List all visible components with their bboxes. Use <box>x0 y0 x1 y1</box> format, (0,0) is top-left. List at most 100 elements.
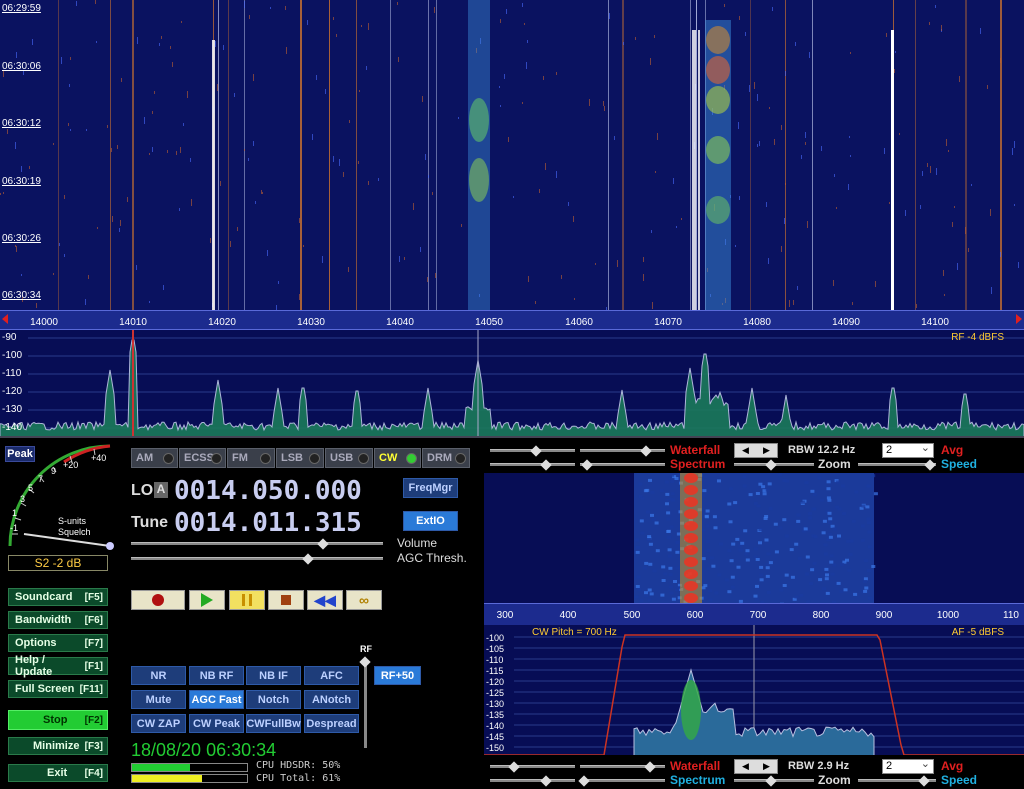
freqmgr-button[interactable]: FreqMgr <box>403 478 458 498</box>
rf-gain-knob[interactable] <box>359 656 371 668</box>
agc-threshold-label: AGC Thresh. <box>397 551 467 565</box>
mode-usb-button[interactable]: USB <box>325 448 373 468</box>
frequency-axis[interactable]: 14000 14010 14020 14030 14040 14050 1406… <box>0 310 1024 330</box>
exit-button[interactable]: Exit [F4] <box>8 764 108 782</box>
agc-threshold-slider[interactable] <box>131 553 383 565</box>
rf-plus50-button[interactable]: RF+50 <box>374 666 421 685</box>
rewind-button[interactable]: ◀◀ <box>307 590 343 610</box>
play-icon <box>201 593 213 607</box>
bottom-waterfall-slider-1[interactable] <box>490 761 575 773</box>
bandwidth-button[interactable]: Bandwidth [F6] <box>8 611 108 629</box>
afc-button[interactable]: AFC <box>304 666 359 685</box>
soundcard-button[interactable]: Soundcard [F5] <box>8 588 108 606</box>
af-db-label: -120 <box>486 677 505 687</box>
bottom-zoom-slider[interactable] <box>734 775 814 787</box>
af-db-label: -135 <box>486 710 505 720</box>
anotch-button[interactable]: ANotch <box>304 690 359 709</box>
mode-am-button[interactable]: AM <box>131 448 178 468</box>
af-tick: 110 <box>1003 610 1019 621</box>
scroll-right-icon[interactable] <box>1016 314 1022 324</box>
scroll-left-icon[interactable] <box>2 314 8 324</box>
waterfall-slider-2[interactable] <box>580 445 665 457</box>
full-screen-button[interactable]: Full Screen [F11] <box>8 680 108 698</box>
bottom-waterfall-spinner[interactable]: ◀ ▶ <box>734 759 778 774</box>
volume-slider[interactable] <box>131 538 383 550</box>
stop-button[interactable]: Stop [F2] <box>8 710 108 730</box>
mode-led-icon <box>260 453 271 464</box>
nb-if-button[interactable]: NB IF <box>246 666 301 685</box>
af-frequency-axis[interactable]: 300 400 500 600 700 800 900 1000 110 <box>484 603 1024 625</box>
mode-cw-button[interactable]: CW <box>374 448 421 468</box>
mode-drm-button[interactable]: DRM <box>422 448 470 468</box>
mode-lsb-button[interactable]: LSB <box>276 448 324 468</box>
loop-button[interactable]: ∞ <box>346 590 382 610</box>
freq-tick: 14060 <box>565 317 593 328</box>
mode-fm-button[interactable]: FM <box>227 448 275 468</box>
waterfall-spinner[interactable]: ◀ ▶ <box>734 443 778 458</box>
lo-frequency-display[interactable]: 0014.050.000 <box>174 476 362 506</box>
agc-slider-knob[interactable] <box>302 553 314 565</box>
mode-ecss-button[interactable]: ECSS <box>179 448 226 468</box>
mode-label: ECSS <box>184 452 214 464</box>
bottom-spectrum-slider-2[interactable] <box>578 775 665 787</box>
mode-label: LSB <box>281 452 303 464</box>
waterfall-label: Waterfall <box>670 443 721 457</box>
rf-gain-slider[interactable] <box>359 656 371 748</box>
spectrum-slider-1[interactable] <box>490 459 575 471</box>
stop-playback-button[interactable] <box>268 590 304 610</box>
spectrum-canvas <box>0 330 1024 436</box>
mode-led-icon <box>406 453 417 464</box>
s-scale: 9 <box>51 466 57 476</box>
bottom-zoom-label: Zoom <box>818 773 851 787</box>
mode-led-icon <box>455 453 466 464</box>
button-label: Help / Update <box>15 654 53 678</box>
s-scale: +40 <box>91 453 107 463</box>
bottom-waterfall-slider-2[interactable] <box>580 761 665 773</box>
avg-select[interactable]: 2 <box>882 441 934 458</box>
minimize-button[interactable]: Minimize [F3] <box>8 737 108 755</box>
bottom-speed-slider[interactable] <box>858 775 936 787</box>
play-button[interactable] <box>189 590 225 610</box>
af-tick: 400 <box>559 610 577 621</box>
shortcut-label: [F4] <box>84 767 103 779</box>
mute-button[interactable]: Mute <box>131 690 186 709</box>
zoom-slider[interactable] <box>734 459 814 471</box>
volume-slider-knob[interactable] <box>317 538 329 550</box>
db-label: -140 <box>2 422 23 433</box>
spectrum-slider-2[interactable] <box>580 459 665 471</box>
squelch-caption: Squelch <box>58 527 91 537</box>
af-tick: 1000 <box>936 610 960 621</box>
af-waterfall[interactable] <box>484 473 1024 603</box>
pause-button[interactable] <box>229 590 265 610</box>
cw-fullbw-button[interactable]: CWFullBw <box>246 714 301 733</box>
cpu-total-bar <box>131 774 248 783</box>
options-button[interactable]: Options [F7] <box>8 634 108 652</box>
time-label: 06:30:06 <box>2 61 41 72</box>
waterfall-slider-1[interactable] <box>490 445 575 457</box>
speed-slider[interactable] <box>858 459 936 471</box>
cw-zap-button[interactable]: CW ZAP <box>131 714 186 733</box>
agc-fast-button[interactable]: AGC Fast <box>189 690 244 709</box>
button-label: Full Screen <box>15 683 75 695</box>
bottom-spectrum-slider-1[interactable] <box>490 775 575 787</box>
af-level-readout: AF -5 dBFS <box>951 627 1004 638</box>
help-update-button[interactable]: Help / Update [F1] <box>8 654 108 678</box>
notch-button[interactable]: Notch <box>246 690 301 709</box>
rf-spectrum[interactable]: -90 -100 -110 -120 -130 -140 RF -4 dBFS <box>0 330 1024 438</box>
extio-button[interactable]: ExtIO <box>403 511 458 531</box>
record-button[interactable] <box>131 590 185 610</box>
main-waterfall[interactable]: 06:29:59 06:30:06 06:30:12 06:30:19 06:3… <box>0 0 1024 310</box>
db-label: -120 <box>2 386 23 397</box>
tune-frequency-display[interactable]: 0014.011.315 <box>174 508 362 538</box>
bottom-avg-select[interactable]: 2 <box>882 757 934 774</box>
button-label: Soundcard <box>15 591 73 603</box>
freq-tick: 14050 <box>475 317 503 328</box>
nb-rf-button[interactable]: NB RF <box>189 666 244 685</box>
nr-button[interactable]: NR <box>131 666 186 685</box>
af-spectrum[interactable]: CW Pitch = 700 Hz AF -5 dBFS -100 -105 -… <box>484 625 1024 755</box>
rbw-label: RBW 12.2 Hz <box>788 444 856 456</box>
cw-peak-button[interactable]: CW Peak <box>189 714 244 733</box>
af-spectrum-canvas <box>484 625 1024 755</box>
pause-icon <box>242 594 252 606</box>
despread-button[interactable]: Despread <box>304 714 359 733</box>
